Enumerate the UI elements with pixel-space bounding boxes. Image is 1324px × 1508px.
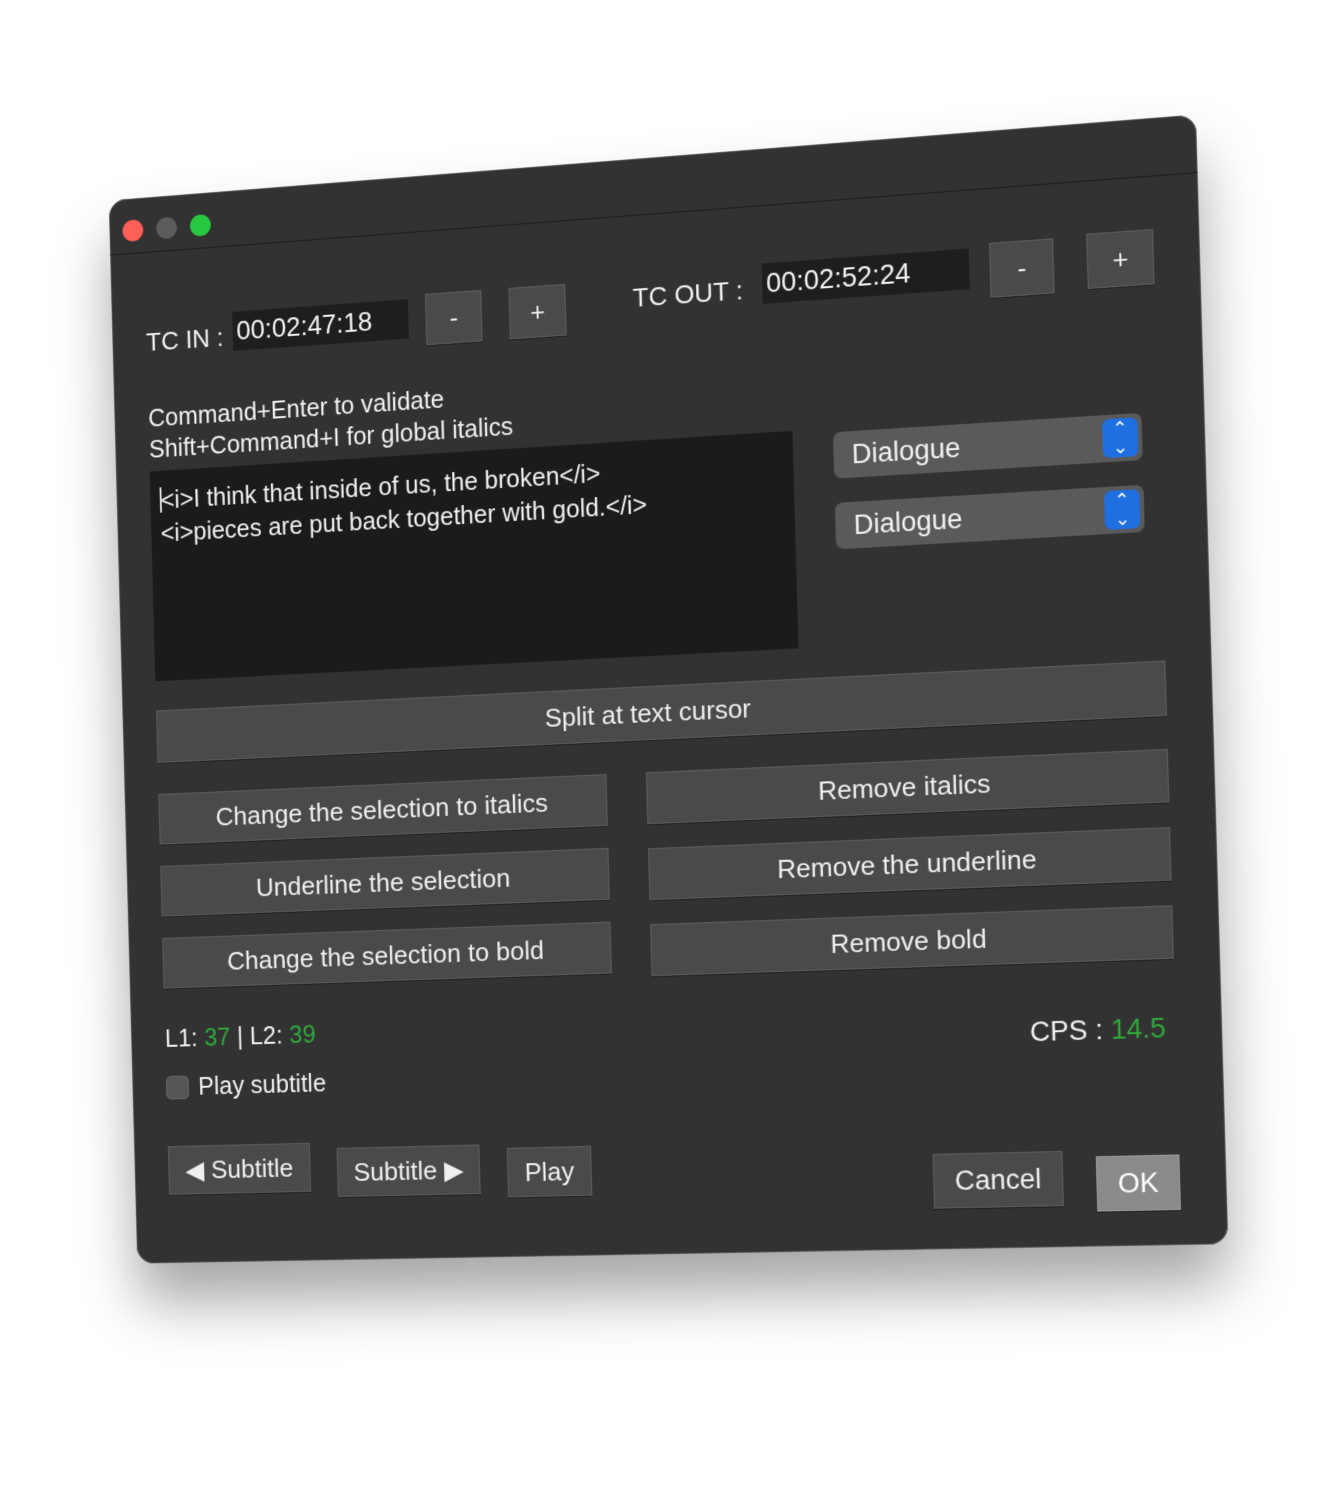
cps-readout: CPS : 14.5 [1029, 1013, 1166, 1049]
style-select-2[interactable]: Dialogue ⌃ ⌄ [834, 484, 1145, 550]
l1-count: 37 [203, 1023, 231, 1052]
remove-italics-button[interactable]: Remove italics [645, 748, 1170, 825]
tc-out-plus-button[interactable]: + [1086, 228, 1155, 290]
italics-button[interactable]: Change the selection to italics [158, 774, 608, 845]
style-select-1[interactable]: Dialogue ⌃ ⌄ [832, 412, 1143, 479]
ok-button[interactable]: OK [1095, 1154, 1181, 1212]
cps-value: 14.5 [1110, 1012, 1167, 1046]
title-bar [108, 114, 1198, 256]
zoom-window-button[interactable] [189, 213, 212, 237]
l2-label: | L2: [230, 1021, 290, 1051]
subtitle-edit-dialog: TC IN : 00:02:47:18 - + TC OUT : 00:02:5… [108, 114, 1229, 1264]
tc-in-field[interactable]: 00:02:47:18 [232, 299, 409, 351]
bold-button[interactable]: Change the selection to bold [162, 921, 612, 989]
remove-underline-button[interactable]: Remove the underline [647, 827, 1172, 901]
chevron-updown-icon: ⌃ ⌄ [1101, 417, 1139, 459]
cancel-button[interactable]: Cancel [932, 1150, 1064, 1209]
play-subtitle-label: Play subtitle [197, 1069, 327, 1101]
style-select-1-value: Dialogue [851, 432, 961, 470]
l1-label: L1: [164, 1024, 205, 1053]
tc-out-label: TC OUT : [632, 275, 744, 313]
tc-out-minus-button[interactable]: - [989, 238, 1055, 298]
underline-button[interactable]: Underline the selection [160, 847, 610, 917]
remove-bold-button[interactable]: Remove bold [650, 905, 1174, 977]
line-length-readout: L1: 37 | L2: 39 [165, 1021, 317, 1054]
close-window-button[interactable] [122, 219, 144, 243]
play-subtitle-checkbox[interactable] [165, 1075, 190, 1100]
split-at-cursor-button[interactable]: Split at text cursor [156, 660, 1167, 764]
tc-in-minus-button[interactable]: - [424, 289, 483, 346]
tc-in-plus-button[interactable]: + [508, 283, 567, 340]
chevron-updown-icon: ⌃ ⌄ [1103, 489, 1141, 531]
next-subtitle-button[interactable]: Subtitle ▶ [336, 1144, 481, 1198]
style-select-2-value: Dialogue [853, 503, 963, 541]
cps-label: CPS : [1029, 1014, 1112, 1048]
tc-in-label: TC IN : [145, 322, 224, 357]
tc-out-field[interactable]: 00:02:52:24 [761, 248, 970, 304]
subtitle-text-editor[interactable]: <i>I think that inside of us, the broken… [149, 430, 799, 682]
minimize-window-button[interactable] [155, 216, 178, 240]
previous-subtitle-button[interactable]: ◀ Subtitle [167, 1142, 312, 1195]
play-button[interactable]: Play [506, 1145, 593, 1198]
l2-count: 39 [288, 1020, 317, 1050]
